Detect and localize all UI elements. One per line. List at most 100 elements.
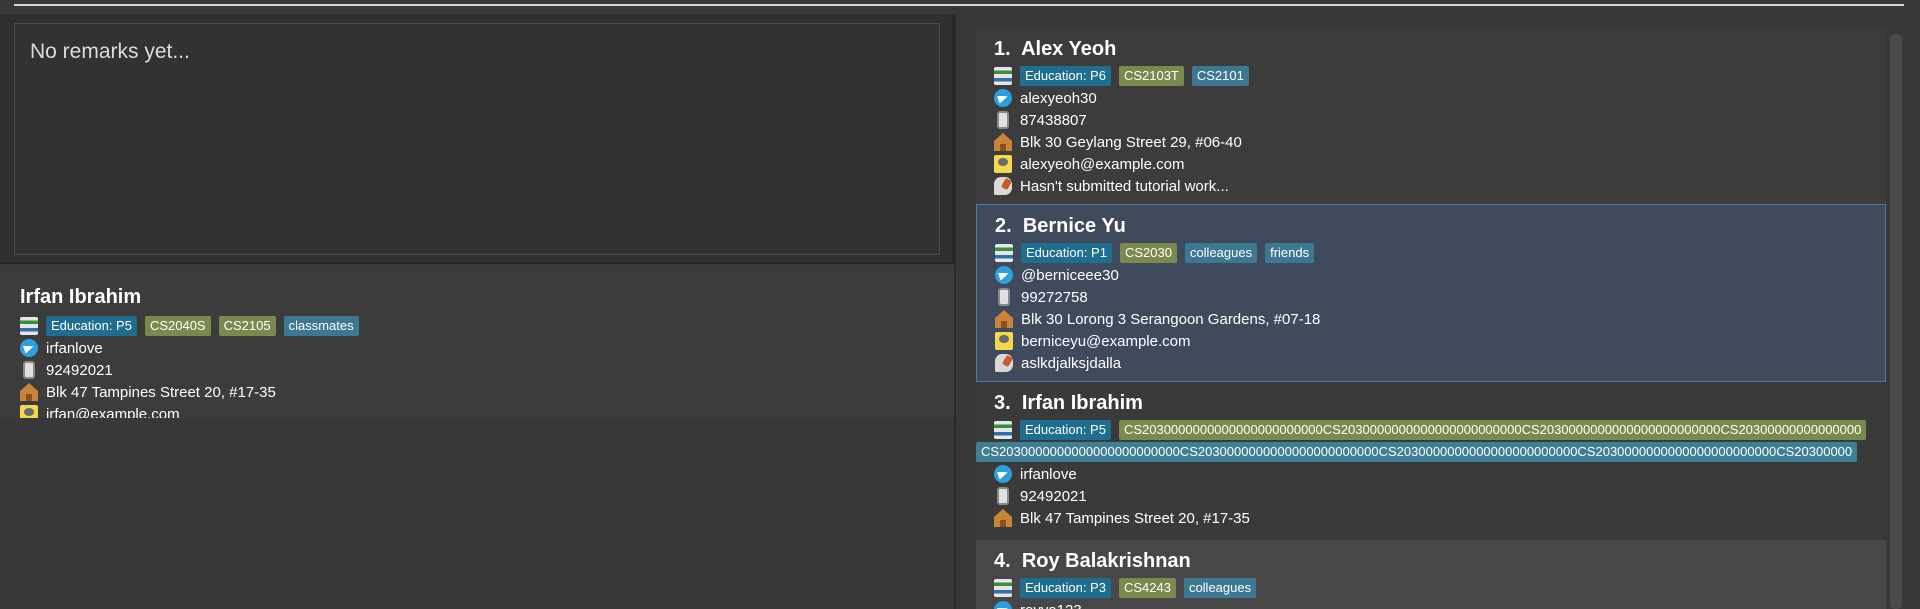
telegram-icon: [994, 89, 1012, 107]
person-telegram: irfanlove: [994, 464, 1077, 484]
selected-person-phone: 92492021: [20, 360, 113, 380]
education-tag: Education: P1: [1021, 243, 1112, 263]
phone-icon: [997, 487, 1009, 505]
person-name: 1. Alex Yeoh: [994, 38, 1116, 61]
person-address: Blk 47 Tampines Street 20, #17-35: [994, 508, 1250, 528]
telegram-text: @berniceee30: [1021, 266, 1119, 284]
telegram-text: irfanlove: [46, 339, 103, 357]
person-phone: 99272758: [995, 287, 1088, 307]
person-name-text: Roy Balakrishnan: [1021, 550, 1191, 572]
person-telegram: alexyeoh30: [994, 88, 1097, 108]
telegram-text: alexyeoh30: [1020, 89, 1097, 107]
person-phone: 87438807: [994, 110, 1087, 130]
address-text: Blk 30 Geylang Street 29, #06-40: [1020, 133, 1242, 151]
person-card-selected[interactable]: 2. Bernice Yu Education: P1 CS2030 colle…: [976, 204, 1886, 382]
person-index: 1.: [994, 38, 1011, 60]
remark-icon: [994, 177, 1012, 195]
address-text: Blk 47 Tampines Street 20, #17-35: [1020, 509, 1250, 527]
education-icon: [995, 244, 1013, 262]
person-name: 3. Irfan Ibrahim: [994, 392, 1143, 415]
person-name-text: Bernice Yu: [1022, 215, 1126, 237]
person-tags-row: Education: P6 CS2103T CS2101: [994, 66, 1257, 86]
person-address: Blk 30 Geylang Street 29, #06-40: [994, 132, 1242, 152]
person-list-pane: 1. Alex Yeoh Education: P6 CS2103T CS210…: [956, 14, 1920, 609]
person-remark: aslkdjalksjdalla: [995, 353, 1121, 373]
person-card[interactable]: 3. Irfan Ibrahim Education: P5 CS2030000…: [976, 382, 1886, 540]
tag: classmates: [283, 316, 359, 336]
person-name: 4. Roy Balakrishnan: [994, 550, 1191, 573]
left-pane: No remarks yet... Irfan Ibrahim Educatio…: [0, 14, 954, 609]
phone-icon: [998, 288, 1010, 306]
selected-person-telegram: irfanlove: [20, 338, 103, 358]
phone-text: 99272758: [1021, 288, 1088, 306]
phone-text: 92492021: [46, 361, 113, 379]
remark-text: Hasn't submitted tutorial work...: [1020, 177, 1229, 195]
education-tag: Education: P5: [46, 316, 137, 336]
education-tag: Education: P3: [1020, 578, 1111, 598]
window-top-border: [14, 4, 1904, 6]
person-card[interactable]: 4. Roy Balakrishnan Education: P3 CS4243…: [976, 540, 1886, 609]
person-telegram: @berniceee30: [995, 265, 1119, 285]
house-icon: [994, 133, 1012, 151]
selected-person-card: Irfan Ibrahim Education: P5 CS2040S CS21…: [0, 266, 954, 423]
person-index: 4.: [994, 550, 1011, 572]
telegram-text: royya123: [1020, 602, 1082, 609]
remarks-textarea[interactable]: No remarks yet...: [14, 23, 940, 255]
person-email: berniceyu@example.com: [995, 331, 1190, 351]
phone-icon: [23, 361, 35, 379]
person-index: 3.: [994, 392, 1011, 414]
person-card[interactable]: 1. Alex Yeoh Education: P6 CS2103T CS210…: [976, 28, 1886, 204]
education-icon: [994, 579, 1012, 597]
left-empty-area: [0, 418, 954, 609]
email-text: berniceyu@example.com: [1021, 332, 1191, 350]
education-tag: Education: P6: [1020, 66, 1111, 86]
tag: CS2040S: [144, 316, 211, 336]
person-email: alexyeoh@example.com: [994, 154, 1184, 174]
selected-person-address: Blk 47 Tampines Street 20, #17-35: [20, 382, 276, 402]
person-name: 2. Bernice Yu: [995, 215, 1126, 238]
person-name-text: Irfan Ibrahim: [1021, 392, 1143, 414]
tag: CS2103T: [1118, 66, 1184, 86]
person-tags-row-2: CS2030000000000000000000000CS20300000000…: [976, 442, 1886, 462]
phone-text: 92492021: [1020, 487, 1087, 505]
person-address: Blk 30 Lorong 3 Serangoon Gardens, #07-1…: [995, 309, 1320, 329]
remark-icon: [995, 354, 1013, 372]
address-text: Blk 47 Tampines Street 20, #17-35: [46, 383, 276, 401]
telegram-text: irfanlove: [1020, 465, 1077, 483]
telegram-icon: [995, 266, 1013, 284]
tag: CS2030000000000000000000000CS20300000000…: [976, 442, 1858, 462]
house-icon: [995, 310, 1013, 328]
person-tags-row: Education: P1 CS2030 colleagues friends: [995, 243, 1322, 263]
phone-text: 87438807: [1020, 111, 1087, 129]
education-tag: Education: P5: [1020, 420, 1111, 440]
person-remark: Hasn't submitted tutorial work...: [994, 176, 1229, 196]
education-icon: [20, 317, 38, 335]
telegram-icon: [994, 601, 1012, 609]
house-icon: [994, 509, 1012, 527]
email-icon: [995, 332, 1013, 350]
person-telegram: royya123: [994, 600, 1082, 609]
tag: CS2030: [1119, 243, 1177, 263]
remark-text: aslkdjalksjdalla: [1021, 354, 1122, 372]
list-scrollbar[interactable]: [1890, 34, 1902, 609]
tag: CS2105: [218, 316, 276, 336]
selected-person-tags-row: Education: P5 CS2040S CS2105 classmates: [20, 316, 367, 336]
education-icon: [994, 421, 1012, 439]
address-text: Blk 30 Lorong 3 Serangoon Gardens, #07-1…: [1021, 310, 1321, 328]
email-icon: [994, 155, 1012, 173]
tag: CS2030000000000000000000000CS20300000000…: [1118, 420, 1867, 440]
person-tags-row: Education: P5 CS203000000000000000000000…: [994, 420, 1886, 440]
person-tags-row: Education: P3 CS4243 colleagues: [994, 578, 1264, 598]
education-icon: [994, 67, 1012, 85]
tag: colleagues: [1183, 578, 1257, 598]
remarks-panel: No remarks yet...: [0, 14, 954, 264]
remarks-placeholder: No remarks yet...: [30, 40, 190, 63]
telegram-icon: [994, 465, 1012, 483]
tag: CS2101: [1191, 66, 1249, 86]
phone-icon: [997, 111, 1009, 129]
person-list[interactable]: 1. Alex Yeoh Education: P6 CS2103T CS210…: [976, 28, 1890, 609]
tag: friends: [1265, 243, 1315, 263]
person-name-text: Alex Yeoh: [1021, 38, 1117, 60]
tag: colleagues: [1184, 243, 1258, 263]
person-index: 2.: [995, 215, 1012, 237]
